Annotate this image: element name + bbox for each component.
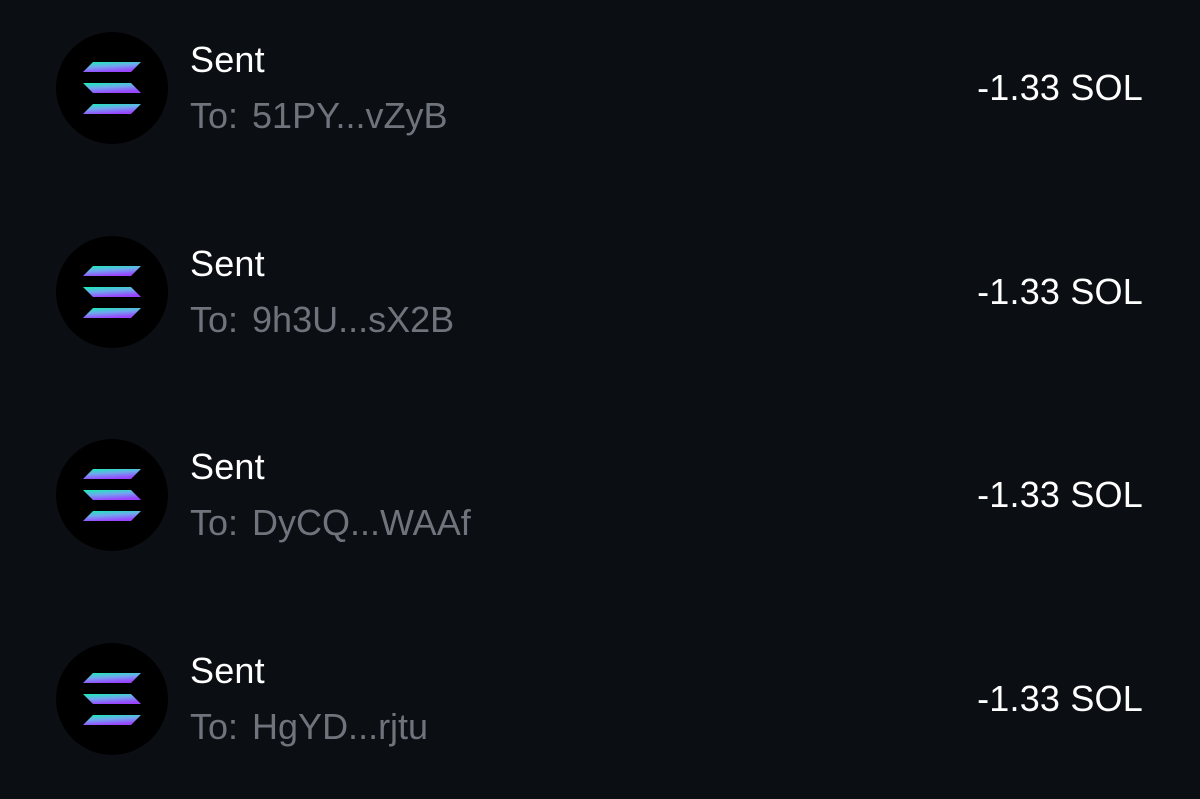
solana-logo-icon xyxy=(83,673,141,725)
transaction-row[interactable]: Sent To: DyCQ...WAAf -1.33 SOL xyxy=(0,435,1200,555)
transaction-type: Sent xyxy=(190,243,265,284)
to-label: To: xyxy=(190,95,239,136)
transaction-amount: -1.33 SOL xyxy=(977,67,1143,108)
recipient-line: To: HgYD...rjtu xyxy=(190,705,428,749)
transaction-type: Sent xyxy=(190,650,265,691)
transaction-amount: -1.33 SOL xyxy=(977,474,1143,515)
to-label: To: xyxy=(190,706,239,747)
transaction-amount: -1.33 SOL xyxy=(977,678,1143,719)
solana-logo-icon xyxy=(83,266,141,318)
transaction-row[interactable]: Sent To: 9h3U...sX2B -1.33 SOL xyxy=(0,232,1200,352)
recipient-line: To: 51PY...vZyB xyxy=(190,94,447,138)
token-avatar xyxy=(56,32,168,144)
to-label: To: xyxy=(190,299,239,340)
transaction-row[interactable]: Sent To: 51PY...vZyB -1.33 SOL xyxy=(0,28,1200,148)
solana-logo-icon xyxy=(83,62,141,114)
recipient-address: 51PY...vZyB xyxy=(252,95,448,136)
recipient-line: To: DyCQ...WAAf xyxy=(190,501,471,545)
to-label: To: xyxy=(190,502,239,543)
recipient-address: 9h3U...sX2B xyxy=(252,299,455,340)
recipient-address: DyCQ...WAAf xyxy=(252,502,471,543)
token-avatar xyxy=(56,439,168,551)
transaction-row[interactable]: Sent To: HgYD...rjtu -1.33 SOL xyxy=(0,639,1200,759)
token-avatar xyxy=(56,236,168,348)
transaction-list: Sent To: 51PY...vZyB -1.33 SOL Sent To: 9h… xyxy=(0,0,1200,799)
solana-logo-icon xyxy=(83,469,141,521)
transaction-amount: -1.33 SOL xyxy=(977,271,1143,312)
transaction-type: Sent xyxy=(190,39,265,80)
token-avatar xyxy=(56,643,168,755)
recipient-line: To: 9h3U...sX2B xyxy=(190,298,454,342)
recipient-address: HgYD...rjtu xyxy=(252,706,429,747)
transaction-type: Sent xyxy=(190,446,265,487)
